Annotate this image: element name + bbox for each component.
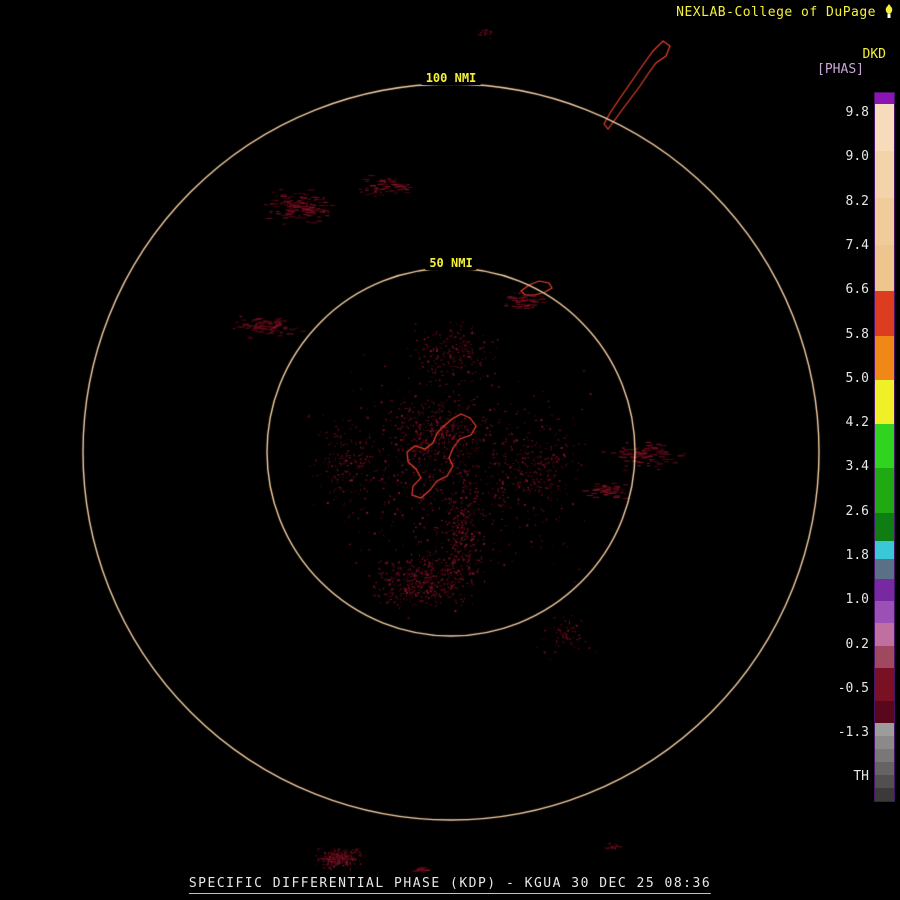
radar-echo-canvas — [0, 0, 900, 900]
colorbar-tick-label: -0.5 — [838, 681, 869, 696]
colorbar-tick-label: 4.2 — [846, 415, 869, 430]
colorbar-segment — [875, 736, 894, 749]
colorbar-tick-label: 3.4 — [846, 459, 869, 474]
colorbar-tick-label: 9.8 — [846, 105, 869, 120]
colorbar-segment — [875, 245, 894, 291]
colorbar-segment — [875, 151, 894, 198]
colorbar-tick-label: 5.8 — [846, 327, 869, 342]
colorbar-segment — [875, 601, 894, 623]
colorbar — [874, 92, 895, 802]
colorbar-segment — [875, 291, 894, 336]
colorbar-segment — [875, 762, 894, 775]
colorbar-segment — [875, 198, 894, 245]
colorbar-tick-label: 1.8 — [846, 548, 869, 563]
colorbar-segment — [875, 380, 894, 424]
colorbar-tick-label: 8.2 — [846, 194, 869, 209]
colorbar-segment — [875, 104, 894, 151]
product-code: DKD — [863, 47, 886, 62]
colorbar-segment — [875, 468, 894, 513]
product-units-label: [PHAS] — [817, 62, 864, 77]
colorbar-segment — [875, 723, 894, 736]
colorbar-segment — [875, 579, 894, 601]
colorbar-tick-label: 7.4 — [846, 238, 869, 253]
cod-logo-icon — [882, 3, 896, 19]
range-ring-label: 50 NMI — [425, 256, 476, 270]
colorbar-segment — [875, 646, 894, 668]
range-ring-label: 100 NMI — [422, 71, 481, 85]
radar-display: NEXLAB-College of DuPage DKD [PHAS] SPEC… — [0, 0, 900, 900]
colorbar-segment — [875, 623, 894, 646]
colorbar-threshold-label: TH — [853, 769, 869, 784]
colorbar-tick-label: 6.6 — [846, 282, 869, 297]
colorbar-segment — [875, 701, 894, 723]
colorbar-segment — [875, 749, 894, 762]
colorbar-tick-label: 9.0 — [846, 149, 869, 164]
colorbar-segment — [875, 424, 894, 468]
colorbar-segment — [875, 788, 894, 801]
colorbar-segment — [875, 336, 894, 380]
colorbar-segment — [875, 513, 894, 541]
colorbar-tick-label: 0.2 — [846, 637, 869, 652]
colorbar-segment — [875, 668, 894, 701]
site-title: NEXLAB-College of DuPage — [676, 5, 876, 20]
product-caption: SPECIFIC DIFFERENTIAL PHASE (KDP) - KGUA… — [189, 876, 711, 894]
colorbar-segment — [875, 541, 894, 559]
colorbar-segment — [875, 775, 894, 788]
colorbar-tick-label: 2.6 — [846, 504, 869, 519]
colorbar-tick-label: 1.0 — [846, 592, 869, 607]
colorbar-segment — [875, 559, 894, 579]
colorbar-segment — [875, 93, 894, 104]
colorbar-tick-label: -1.3 — [838, 725, 869, 740]
colorbar-tick-label: 5.0 — [846, 371, 869, 386]
